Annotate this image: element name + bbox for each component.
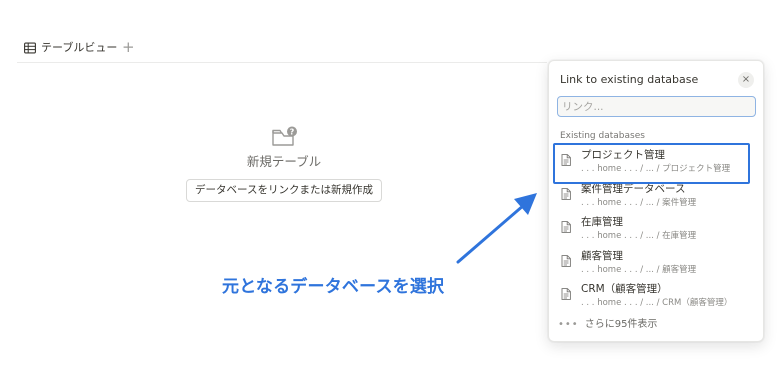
database-item-path: . . . home . . . / ... / 案件管理 — [581, 197, 697, 208]
existing-databases-label: Existing databases — [560, 131, 645, 141]
folder-question-icon: ? — [272, 126, 297, 146]
link-search-input[interactable] — [557, 96, 756, 117]
document-icon — [561, 221, 571, 233]
document-icon — [561, 154, 571, 166]
database-item-crm[interactable]: CRM（顧客管理） . . . home . . . / ... / CRM（顧… — [549, 279, 765, 313]
add-view-button[interactable]: + — [122, 38, 135, 56]
document-icon — [561, 187, 571, 200]
database-item-name: 案件管理データベース — [581, 182, 686, 195]
database-item-path: . . . home . . . / ... / CRM（顧客管理） — [581, 298, 733, 308]
view-tab-label: テーブルビュー — [41, 41, 118, 54]
empty-state-title: 新規テーブル — [246, 154, 322, 169]
database-item-name: プロジェクト管理 — [581, 149, 665, 161]
database-item-name: 在庫管理 — [581, 216, 623, 228]
database-item-cases[interactable]: 案件管理データベース . . . home . . . / ... / 案件管理 — [549, 179, 765, 213]
empty-state: ? 新規テーブル データベースをリンクまたは新規作成 — [186, 125, 382, 202]
more-dots-icon: ••• — [558, 319, 579, 330]
link-database-panel: Link to existing database × Existing dat… — [548, 60, 764, 342]
document-icon — [561, 254, 571, 267]
database-item-customers[interactable]: 顧客管理 . . . home . . . / ... / 顧客管理 — [549, 246, 765, 280]
close-icon[interactable]: × — [738, 72, 754, 88]
annotation-caption: 元となるデータベースを選択 — [222, 277, 445, 297]
database-list: プロジェクト管理 . . . home . . . / ... / プロジェクト… — [549, 145, 765, 313]
panel-title: Link to existing database — [560, 73, 699, 86]
view-tab-table[interactable]: テーブルビュー — [24, 39, 117, 57]
database-item-project[interactable]: プロジェクト管理 . . . home . . . / ... / プロジェクト… — [549, 145, 765, 179]
database-item-path: . . . home . . . / ... / 在庫管理 — [581, 231, 697, 241]
database-item-path: . . . home . . . / ... / プロジェクト管理 — [581, 164, 731, 174]
view-divider — [17, 62, 547, 63]
show-more-button[interactable]: ••• さらに95件表示 — [558, 319, 657, 331]
table-icon — [24, 42, 36, 54]
database-item-name: CRM（顧客管理） — [581, 283, 668, 295]
database-item-path: . . . home . . . / ... / 顧客管理 — [581, 264, 697, 275]
svg-text:?: ? — [290, 127, 295, 136]
database-item-name: 顧客管理 — [581, 249, 623, 262]
show-more-label: さらに95件表示 — [584, 319, 658, 330]
database-item-inventory[interactable]: 在庫管理 . . . home . . . / ... / 在庫管理 — [549, 212, 765, 246]
link-or-create-database-button[interactable]: データベースをリンクまたは新規作成 — [186, 179, 382, 202]
document-icon — [561, 288, 571, 300]
